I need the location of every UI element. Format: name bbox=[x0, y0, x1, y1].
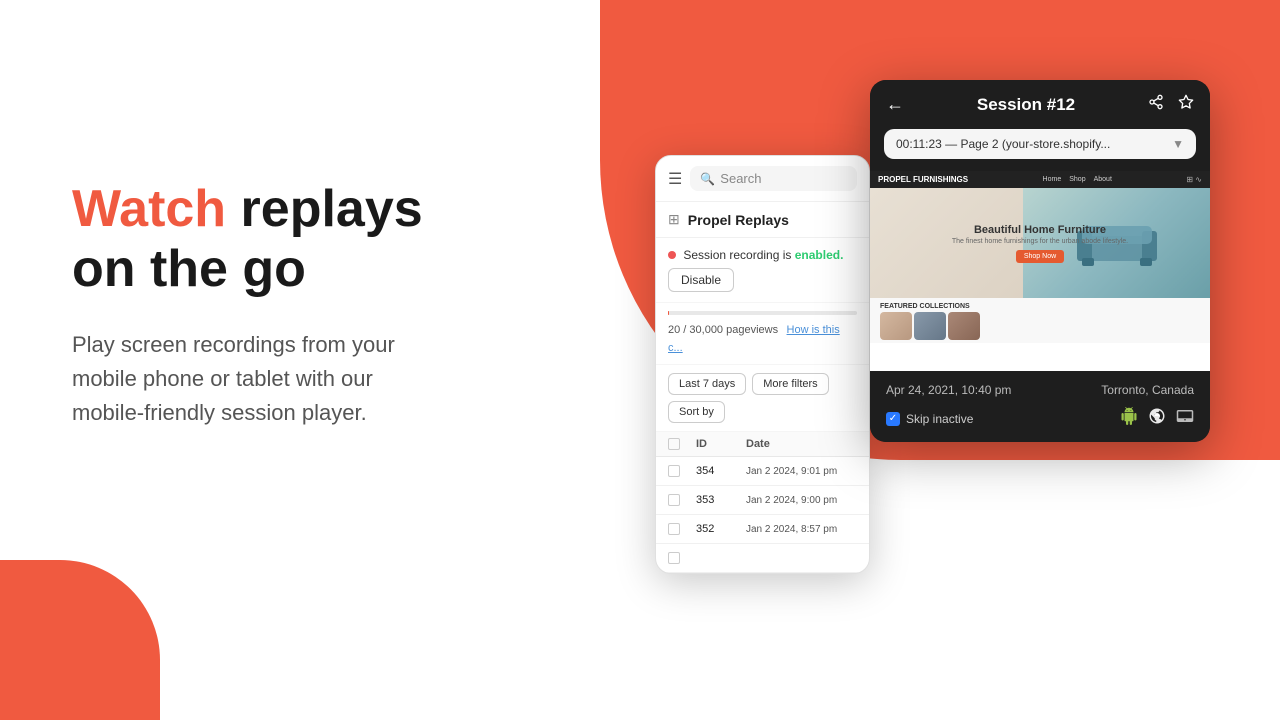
hero-text: Beautiful Home Furniture The finest home… bbox=[952, 224, 1128, 263]
row-checkbox[interactable] bbox=[668, 465, 680, 477]
hero-subtitle: The finest home furnishings for the urba… bbox=[952, 238, 1128, 245]
bg-coral-bottom-left bbox=[0, 560, 160, 720]
status-dot bbox=[668, 251, 676, 259]
table-row[interactable]: 353 Jan 2 2024, 9:00 pm bbox=[656, 486, 869, 515]
product-thumb-1 bbox=[880, 312, 912, 340]
device-icons bbox=[1120, 407, 1194, 430]
product-thumbnails bbox=[876, 312, 1204, 340]
recording-status: Session recording is enabled. Disable bbox=[656, 238, 869, 303]
row-checkbox[interactable] bbox=[668, 523, 680, 535]
products-label: FEATURED COLLECTIONS bbox=[876, 301, 1204, 312]
filters-row: Last 7 days More filters Sort by bbox=[656, 365, 869, 432]
progress-bar-outer bbox=[668, 311, 857, 315]
chrome-icon bbox=[1148, 407, 1166, 430]
session-date: Apr 24, 2021, 10:40 pm bbox=[886, 383, 1011, 397]
skip-inactive-control[interactable]: ✓ Skip inactive bbox=[886, 412, 973, 426]
session-title: Session #12 bbox=[977, 95, 1075, 115]
share-icon[interactable] bbox=[1148, 94, 1164, 115]
headline-watch: Watch bbox=[72, 180, 226, 238]
android-icon bbox=[1120, 407, 1138, 430]
mock-hero: Beautiful Home Furniture The finest home… bbox=[870, 188, 1210, 298]
col-date-header: Date bbox=[746, 438, 857, 450]
last-7-days-button[interactable]: Last 7 days bbox=[668, 373, 746, 395]
star-icon[interactable] bbox=[1178, 94, 1194, 115]
headline: Watch replayson the go bbox=[72, 180, 423, 300]
table-header: ID Date bbox=[656, 432, 869, 457]
phone-topbar: ☰ 🔍 Search bbox=[656, 156, 869, 202]
row-id: 352 bbox=[696, 523, 746, 535]
app-name-row: ⊞ Propel Replays bbox=[656, 202, 869, 238]
player-bottom: Apr 24, 2021, 10:40 pm Torronto, Canada … bbox=[870, 371, 1210, 442]
products-section: FEATURED COLLECTIONS bbox=[870, 298, 1210, 343]
row-id: 354 bbox=[696, 465, 746, 477]
row-checkbox[interactable] bbox=[668, 552, 680, 564]
col-id-header: ID bbox=[696, 438, 746, 450]
url-chevron-icon: ▼ bbox=[1172, 137, 1184, 151]
skip-inactive-checkbox[interactable]: ✓ bbox=[886, 412, 900, 426]
session-player: ← Session #12 00:11:23 — Page 2 (your-st… bbox=[870, 80, 1210, 442]
header-checkbox[interactable] bbox=[668, 438, 680, 450]
product-thumb-3 bbox=[948, 312, 980, 340]
row-date: Jan 2 2024, 9:01 pm bbox=[746, 466, 857, 477]
back-button[interactable]: ← bbox=[886, 94, 904, 115]
search-icon: 🔍 bbox=[700, 172, 715, 186]
date-location-row: Apr 24, 2021, 10:40 pm Torronto, Canada bbox=[886, 383, 1194, 397]
search-bar[interactable]: 🔍 Search bbox=[690, 166, 857, 191]
more-filters-button[interactable]: More filters bbox=[752, 373, 828, 395]
sort-by-button[interactable]: Sort by bbox=[668, 401, 725, 423]
recording-label: Session recording is bbox=[683, 248, 791, 262]
brand-name: PROPEL FURNISHINGS bbox=[878, 175, 968, 184]
skip-inactive-label: Skip inactive bbox=[906, 412, 973, 426]
mock-nav: Home Shop About bbox=[1043, 176, 1112, 183]
left-content: Watch replayson the go Play screen recor… bbox=[72, 180, 423, 430]
hamburger-icon[interactable]: ☰ bbox=[668, 169, 682, 189]
player-controls: ✓ Skip inactive bbox=[886, 407, 1194, 430]
row-checkbox[interactable] bbox=[668, 494, 680, 506]
pageviews-text: 20 / 30,000 pageviews bbox=[668, 324, 778, 336]
hero-title: Beautiful Home Furniture bbox=[952, 224, 1128, 236]
app-name-label: Propel Replays bbox=[688, 212, 789, 228]
player-topbar: ← Session #12 bbox=[870, 80, 1210, 129]
row-date: Jan 2 2024, 9:00 pm bbox=[746, 495, 857, 506]
shop-now-button: Shop Now bbox=[1016, 250, 1064, 263]
table-row[interactable]: 354 Jan 2 2024, 9:01 pm bbox=[656, 457, 869, 486]
product-thumb-2 bbox=[914, 312, 946, 340]
player-icons bbox=[1148, 94, 1194, 115]
subtext: Play screen recordings from yourmobile p… bbox=[72, 328, 423, 430]
phone-mockup-left: ☰ 🔍 Search ⊞ Propel Replays Session reco… bbox=[655, 155, 870, 574]
url-text: 00:11:23 — Page 2 (your-store.shopify... bbox=[896, 137, 1110, 151]
mock-header: PROPEL FURNISHINGS Home Shop About ⊞ ∿ bbox=[870, 171, 1210, 188]
search-text: Search bbox=[720, 171, 761, 186]
row-id: 353 bbox=[696, 494, 746, 506]
table-row[interactable] bbox=[656, 544, 869, 573]
website-preview: PROPEL FURNISHINGS Home Shop About ⊞ ∿ B… bbox=[870, 171, 1210, 371]
progress-area: 20 / 30,000 pageviews How is this c... bbox=[656, 303, 869, 365]
session-location: Torronto, Canada bbox=[1101, 383, 1194, 397]
grid-icon: ⊞ bbox=[668, 211, 680, 228]
row-date: Jan 2 2024, 8:57 pm bbox=[746, 524, 857, 535]
disable-button[interactable]: Disable bbox=[668, 268, 734, 292]
tablet-icon bbox=[1176, 407, 1194, 430]
enabled-text: enabled. bbox=[795, 248, 844, 262]
table-row[interactable]: 352 Jan 2 2024, 8:57 pm bbox=[656, 515, 869, 544]
player-url-bar[interactable]: 00:11:23 — Page 2 (your-store.shopify...… bbox=[884, 129, 1196, 159]
